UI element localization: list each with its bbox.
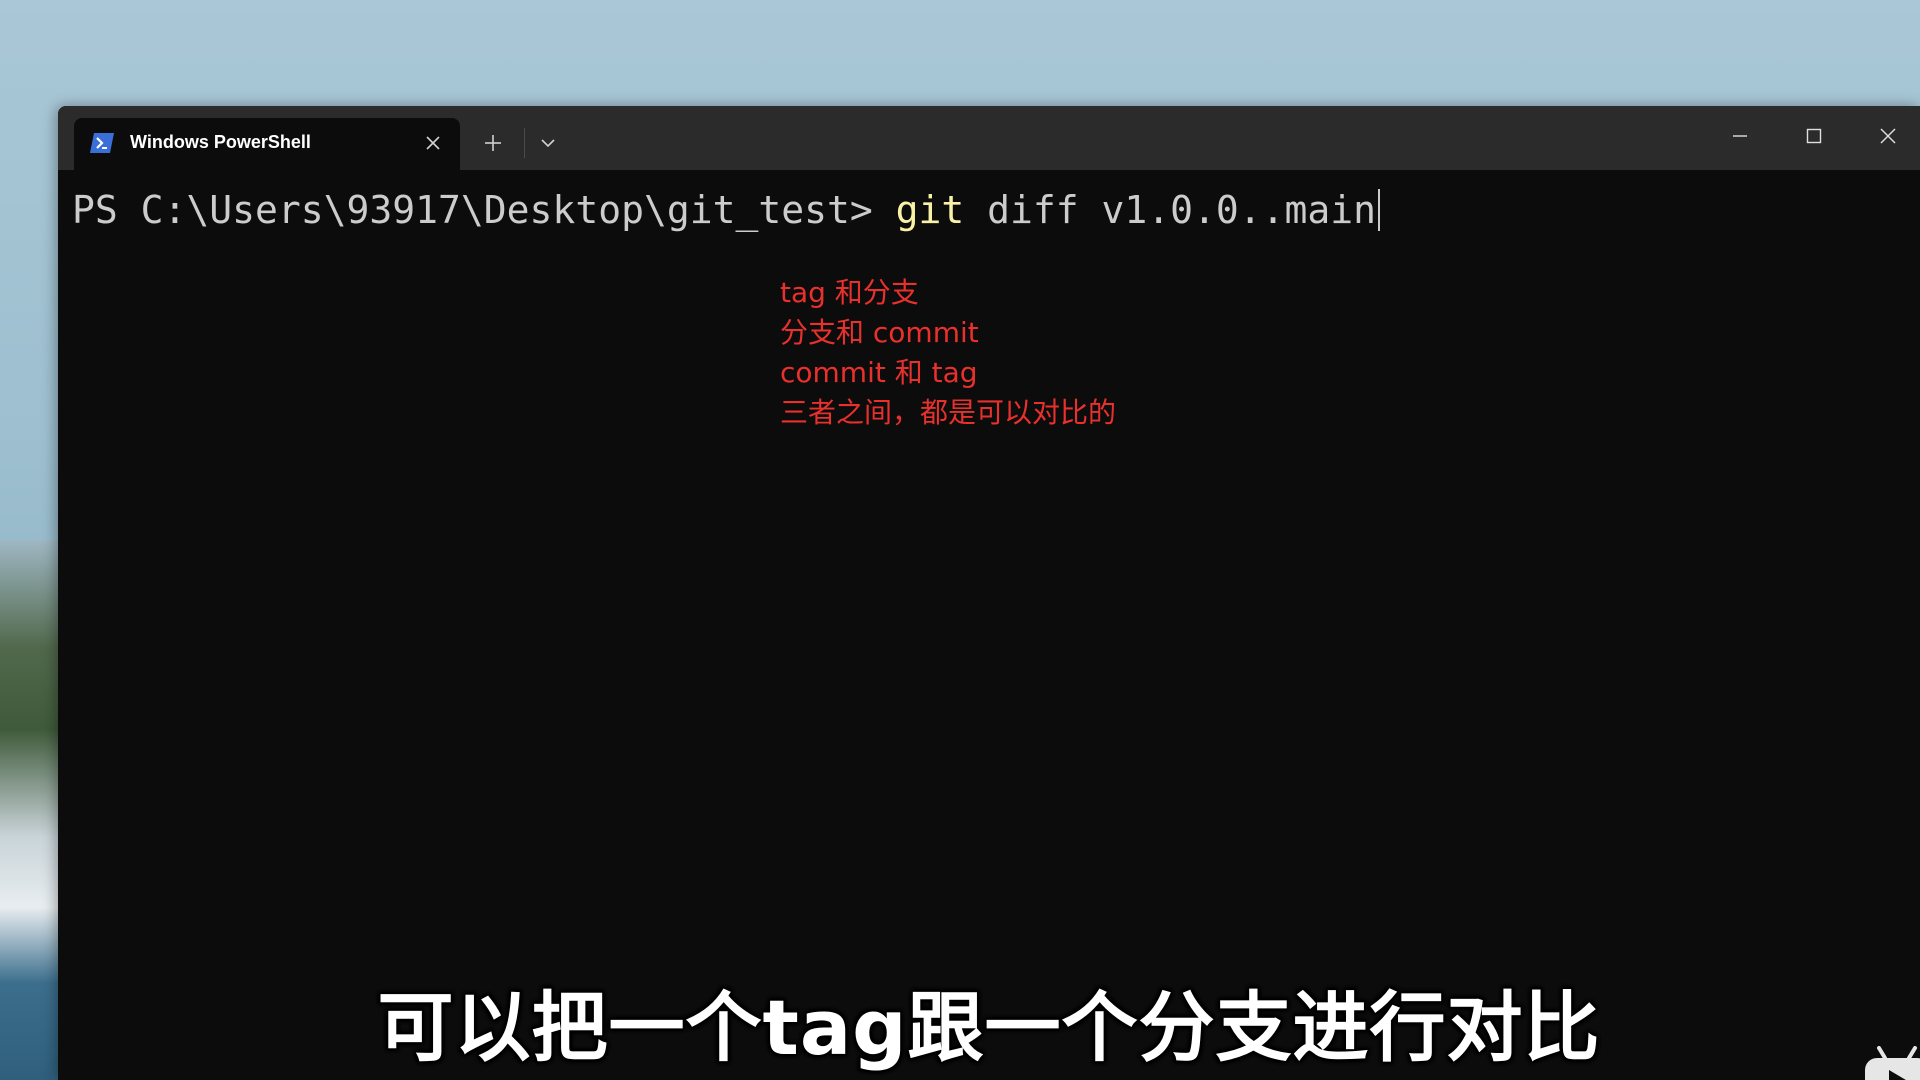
annotation-note: tag 和分支 分支和 commit commit 和 tag 三者之间，都是可… [780, 273, 1116, 433]
annotation-line: 分支和 commit [780, 316, 979, 349]
text-cursor [1378, 189, 1381, 231]
maximize-icon[interactable] [1784, 114, 1844, 158]
tab-separator [524, 128, 525, 158]
bilibili-tv-icon [1863, 1046, 1920, 1080]
tab-powershell[interactable]: Windows PowerShell [74, 118, 460, 170]
minimize-icon[interactable] [1710, 114, 1770, 158]
video-subtitle: 可以把一个tag跟一个分支进行对比 [377, 983, 1601, 1072]
annotation-line: tag 和分支 [780, 276, 919, 309]
terminal-output[interactable]: PS C:\Users\93917\Desktop\git_test> git … [58, 170, 1920, 1080]
powershell-icon [90, 133, 114, 153]
command-args: diff v1.0.0..main [964, 188, 1377, 232]
prompt-line: PS C:\Users\93917\Desktop\git_test> git … [72, 188, 1381, 232]
annotation-line: 三者之间，都是可以对比的 [780, 396, 1117, 429]
title-bar[interactable]: Windows PowerShell [58, 106, 1920, 170]
desktop-background: Windows PowerShell PS C:\Users\93917\Des… [0, 0, 1920, 1080]
tab-close-icon[interactable] [420, 130, 446, 156]
annotation-line: commit 和 tag [780, 356, 978, 389]
chevron-down-icon[interactable] [528, 124, 568, 162]
prompt-path: PS C:\Users\93917\Desktop\git_test> [72, 188, 896, 232]
terminal-window: Windows PowerShell PS C:\Users\93917\Des… [58, 106, 1920, 1080]
plus-icon[interactable] [472, 124, 514, 162]
close-icon[interactable] [1858, 114, 1918, 158]
command-name: git [895, 188, 965, 232]
tab-title: Windows PowerShell [130, 132, 311, 152]
